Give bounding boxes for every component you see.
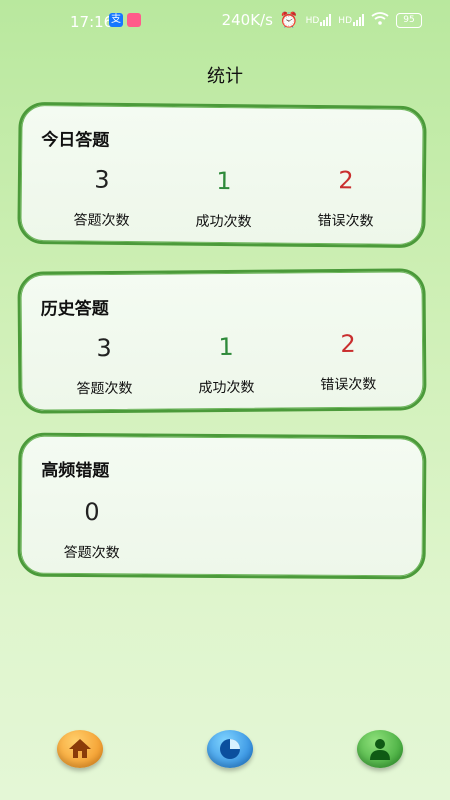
frequent-answer-count: 0 答题次数 xyxy=(37,496,147,563)
today-answer-count: 3 答题次数 xyxy=(46,163,157,230)
alarm-icon: ⏰ xyxy=(279,11,299,29)
bottom-nav xyxy=(0,720,450,800)
signal-icon-2: HD xyxy=(338,14,364,26)
nav-profile-button[interactable] xyxy=(357,730,403,768)
frequent-answer-value: 0 xyxy=(84,498,100,527)
today-card-title: 今日答题 xyxy=(41,130,110,151)
today-success-value: 1 xyxy=(216,166,232,196)
history-error-label: 错误次数 xyxy=(320,376,377,394)
today-success-count: 1 成功次数 xyxy=(168,164,279,231)
wifi-icon xyxy=(371,11,389,29)
history-error-value: 2 xyxy=(340,329,356,358)
alipay-notification-icon: 支 xyxy=(109,13,123,27)
today-error-count: 2 错误次数 xyxy=(290,164,401,231)
history-answer-label: 答题次数 xyxy=(76,380,133,398)
today-success-label: 成功次数 xyxy=(195,213,252,231)
status-time: 17:16 xyxy=(70,13,114,31)
history-success-count: 1 成功次数 xyxy=(171,330,282,397)
nav-stats-button[interactable] xyxy=(207,730,253,768)
page-title: 统计 xyxy=(207,66,243,87)
user-icon xyxy=(370,739,390,760)
frequent-errors-title: 高频错题 xyxy=(41,460,110,482)
home-icon xyxy=(69,739,91,758)
today-error-label: 错误次数 xyxy=(317,213,374,230)
frequent-answer-label: 答题次数 xyxy=(63,544,120,562)
history-success-value: 1 xyxy=(218,332,234,362)
today-answer-label: 答题次数 xyxy=(73,212,130,230)
battery-icon: 95 xyxy=(396,12,422,28)
status-bar: 17:16 支 240K/s ⏰ HD HD 95 xyxy=(0,0,450,40)
history-card-title: 历史答题 xyxy=(40,298,109,320)
today-answer-value: 3 xyxy=(94,165,110,194)
status-indicators: 240K/s ⏰ HD HD 95 xyxy=(222,11,422,29)
network-speed: 240K/s xyxy=(221,11,273,29)
pie-chart-icon xyxy=(220,739,240,759)
frequent-errors-card: 高频错题 0 答题次数 xyxy=(17,432,427,580)
today-error-value: 2 xyxy=(338,166,354,195)
history-stats-card: 历史答题 3 答题次数 1 成功次数 2 错误次数 xyxy=(17,268,427,414)
app-notification-icon xyxy=(127,13,141,27)
today-stats-card: 今日答题 3 答题次数 1 成功次数 2 错误次数 xyxy=(17,101,427,249)
signal-label-2: HD xyxy=(338,16,352,26)
nav-home-button[interactable] xyxy=(57,730,103,768)
history-answer-count: 3 答题次数 xyxy=(49,332,160,399)
history-answer-value: 3 xyxy=(96,333,112,363)
signal-icon-1: HD xyxy=(306,14,332,26)
signal-label-1: HD xyxy=(305,16,320,26)
history-error-count: 2 错误次数 xyxy=(293,327,404,394)
history-success-label: 成功次数 xyxy=(198,379,255,397)
